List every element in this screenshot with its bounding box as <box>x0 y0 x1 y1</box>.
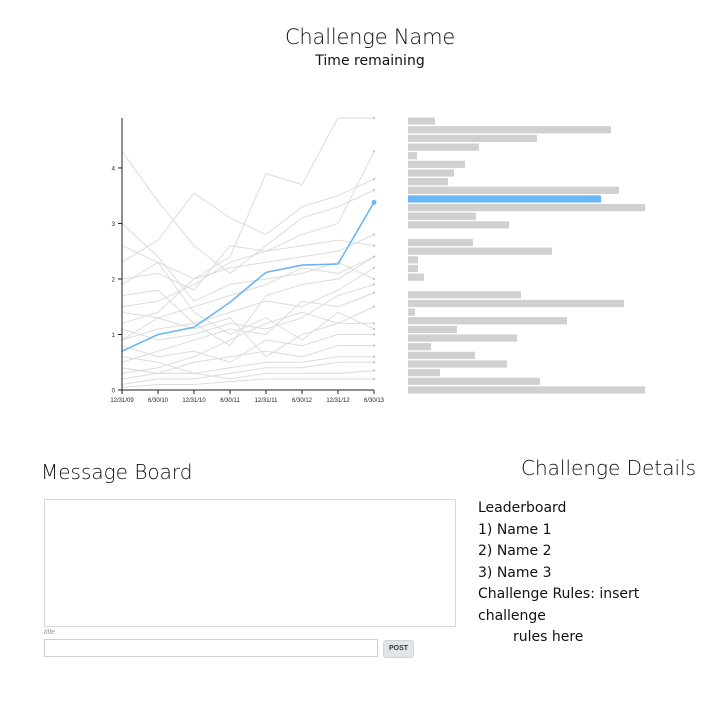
series-line-7 <box>121 256 375 347</box>
time-remaining: Time remaining <box>315 53 425 69</box>
challenge-details-title: Challenge Details <box>521 456 696 480</box>
series-end-point-15 <box>372 361 376 364</box>
y-tick-label: 4 <box>112 166 116 172</box>
x-tick-label: 12/31/09 <box>110 398 134 404</box>
series-line-2 <box>121 178 375 263</box>
series-line-16 <box>121 367 375 380</box>
series-end-point-18 <box>372 327 376 331</box>
series-end-point-11 <box>372 322 376 325</box>
series-end-point-8 <box>372 266 376 270</box>
bar-21 <box>408 317 567 325</box>
challenge-rules: Challenge Rules: insert challenge <box>478 586 640 624</box>
series-end-point-9 <box>372 283 376 286</box>
bar-15 <box>408 256 418 264</box>
challenge-title: Challenge Name <box>284 25 456 49</box>
bar-14 <box>408 247 552 255</box>
message-input[interactable] <box>44 639 378 657</box>
bar-27 <box>408 369 440 377</box>
bar-29 <box>408 386 645 394</box>
series-end-point-19 <box>372 255 376 258</box>
bar-28 <box>408 377 540 385</box>
y-tick-label: 2 <box>112 277 116 283</box>
bar-0 <box>408 117 435 125</box>
series-line-8 <box>121 267 375 324</box>
message-input-hint: title <box>44 629 55 636</box>
series-end-point-5 <box>372 233 376 236</box>
highlighted-end-point <box>371 199 377 205</box>
bar-25 <box>408 351 475 359</box>
y-tick-label: 1 <box>112 333 116 339</box>
y-tick-label: 3 <box>112 222 116 228</box>
series-line-20 <box>121 223 375 302</box>
message-board-feed[interactable] <box>44 499 456 627</box>
bar-3 <box>408 143 479 151</box>
series-line-1 <box>121 151 375 275</box>
y-tick-label: 0 <box>112 389 116 395</box>
bar-17 <box>408 273 424 281</box>
series-end-point-4 <box>372 150 376 153</box>
message-board-title: Message Board <box>41 460 193 484</box>
series-end-point-3 <box>372 116 376 120</box>
bar-23 <box>408 334 517 342</box>
bar-22 <box>408 325 457 333</box>
post-button[interactable]: POST <box>383 640 414 658</box>
series-line-12 <box>121 333 374 363</box>
bar-11 <box>408 212 476 220</box>
bar-2 <box>408 134 537 142</box>
leaderboard-entry-1: 1) Name 1 <box>478 521 552 538</box>
bar-6 <box>408 169 454 177</box>
x-tick-label: 12/31/10 <box>182 398 206 404</box>
x-tick-label: 6/30/11 <box>220 398 240 404</box>
x-tick-label: 6/30/13 <box>364 398 385 404</box>
bar-19 <box>408 299 624 308</box>
series-end-point-10 <box>372 291 376 295</box>
bar-20 <box>408 308 415 316</box>
bar-1 <box>408 126 611 134</box>
bar-13 <box>408 238 473 247</box>
series-end-point-12 <box>372 333 376 336</box>
series-end-point-14 <box>372 355 376 358</box>
challenge-header: Challenge Name Time remaining <box>0 24 720 70</box>
series-end-point-16 <box>372 369 376 372</box>
series-end-point-6 <box>372 244 376 247</box>
series-end-point-13 <box>372 344 376 347</box>
challenge-details: Leaderboard 1) Name 1 2) Name 2 3) Name … <box>478 498 698 649</box>
x-tick-label: 6/30/12 <box>292 398 313 404</box>
x-tick-label: 12/31/12 <box>326 398 350 404</box>
bar-4 <box>408 152 417 160</box>
x-tick-label: 6/30/10 <box>148 398 169 404</box>
challenge-rules-cont: rules here <box>513 629 584 645</box>
bar-5 <box>408 160 465 168</box>
bar-16 <box>408 264 418 273</box>
bar-7 <box>408 178 448 186</box>
bar-18 <box>408 291 521 299</box>
series-end-point-2 <box>372 177 376 181</box>
highlighted-bar <box>408 195 601 203</box>
bar-12 <box>408 221 509 229</box>
bar-8 <box>408 186 619 194</box>
bar-24 <box>408 343 431 351</box>
leaderboard-entry-3: 3) Name 3 <box>478 564 552 581</box>
leaderboard-heading: Leaderboard <box>478 500 567 516</box>
series-line-10 <box>121 292 375 363</box>
series-line-4 <box>121 151 375 308</box>
bar-26 <box>408 360 507 368</box>
series-end-point-1 <box>372 188 376 192</box>
leaderboard-entry-2: 2) Name 2 <box>478 543 552 559</box>
series-end-point-20 <box>372 277 376 281</box>
series-line-17 <box>121 378 374 388</box>
x-tick-label: 12/31/11 <box>255 398 279 404</box>
bar-10 <box>408 204 645 212</box>
leaderboard-bar-chart <box>408 117 645 394</box>
series-end-point-21 <box>372 305 376 308</box>
series-end-point-17 <box>372 377 376 381</box>
progress-line-chart: 0 1 2 3 4 12/31/09 6/30/10 12/31/10 6/30/11 12/31… <box>110 116 385 404</box>
